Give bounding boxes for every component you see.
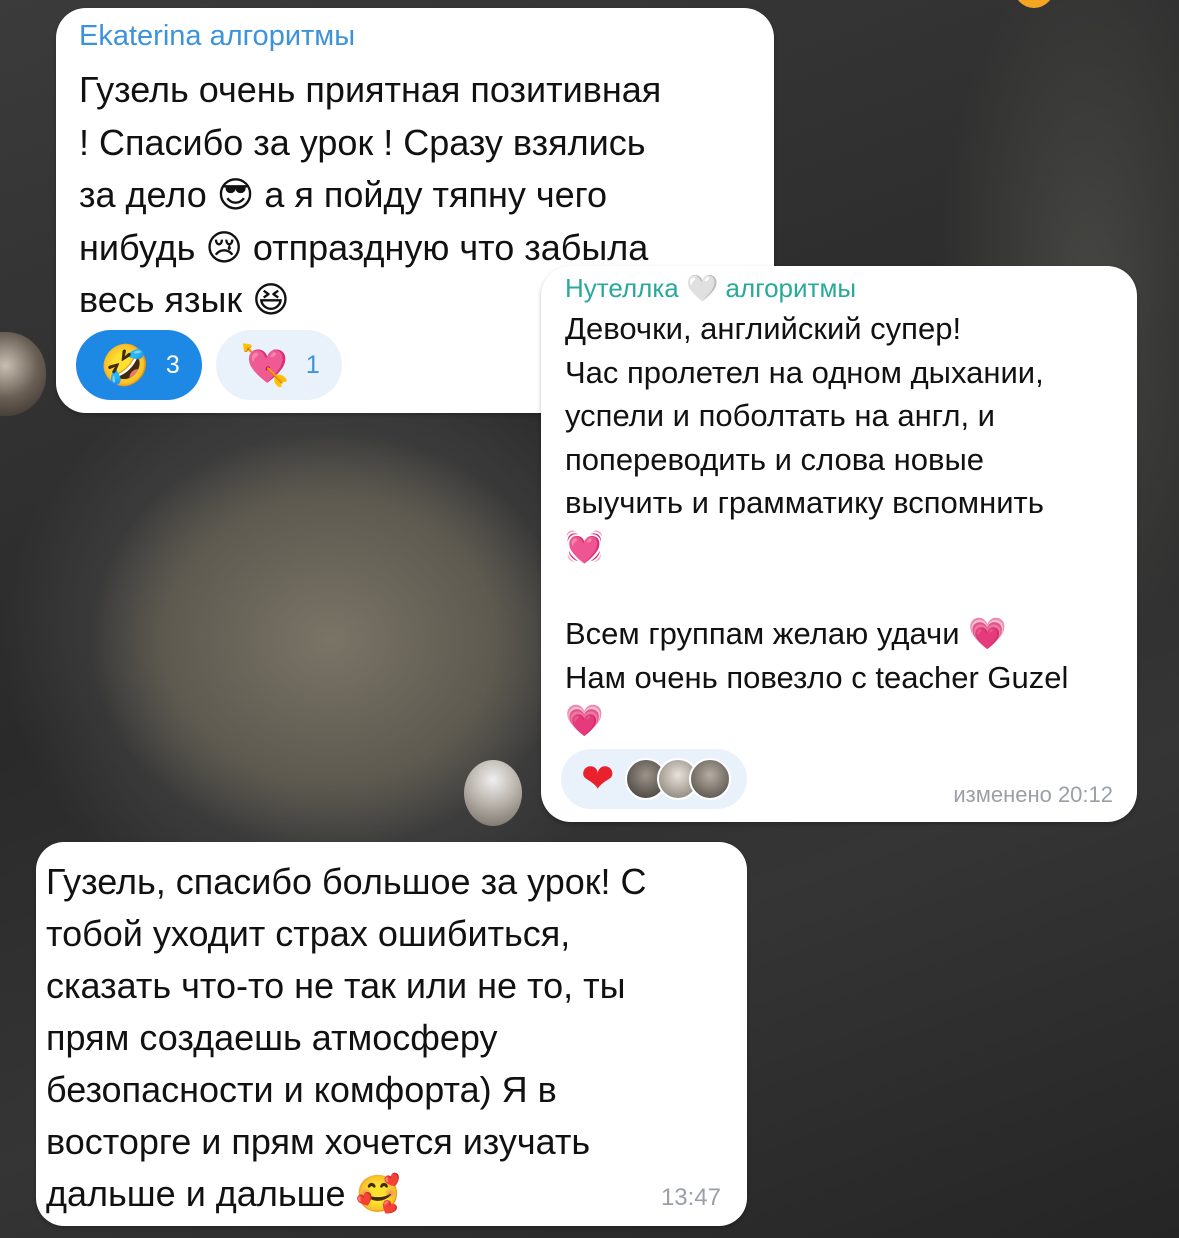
message-line: за дело 😎 а я пойду тяпну чего [79,174,607,215]
message-line: 💓 [565,528,604,564]
message-line: Всем группам желаю удачи 💗 [565,616,1007,652]
message-line: прям создаешь атмосферу [46,1017,498,1058]
heart-icon: ❤ [581,757,615,801]
message-line: Час пролетел на одном дыхании, [565,354,1044,390]
reaction-count: 3 [165,350,180,379]
reaction-count: 1 [305,350,320,379]
reactor-avatars [624,758,731,800]
message-text: Девочки, английский супер! Час пролетел … [565,307,1125,743]
message-line: тобой уходит страх ошибиться, [46,913,571,954]
message-line: Гузель очень приятная позитивная [79,69,662,110]
message-line: Нам очень повезло с teacher Guzel [565,659,1069,695]
reaction-rofl[interactable]: 🤣 3 [76,330,202,400]
reactions-bar: ❤ [561,749,747,809]
message-line: успели и поболтать на англ, и [565,398,995,434]
reaction-heart-arrow[interactable]: 💘 1 [216,330,342,400]
message-line: ! Спасибо за урок ! Сразу взялись [79,121,646,163]
message-line: Девочки, английский супер! [565,311,962,346]
message-line: выучить и грамматику вспомнить [565,485,1044,521]
reaction-heart[interactable]: ❤ [561,749,747,809]
message-line: безопасности и комфорта) Я в [46,1069,557,1110]
message-line: сказать что-то не так или не то, ты [46,965,626,1006]
sender-name[interactable]: Ekaterina алгоритмы [79,20,355,53]
message-bubble-2[interactable]: Нутеллка 🤍 алгоритмы Девочки, английский… [541,266,1137,822]
message-time: 13:47 [660,1184,721,1211]
sender-avatar[interactable] [464,760,522,826]
sender-name[interactable]: Нутеллка 🤍 алгоритмы [565,273,856,304]
message-line [565,569,1125,613]
message-line: восторге и прям хочется изучать [46,1121,591,1162]
message-line: Гузель, спасибо большое за урок! С [46,861,647,902]
message-line: попереводить и слова новые [565,441,985,477]
heart-arrow-emoji-icon: 💘 [240,342,290,389]
message-line: 💗 [565,703,604,739]
message-time: изменено 20:12 [953,782,1113,807]
reactor-avatar [688,758,731,800]
message-text: Гузель, спасибо большое за урок! С тобой… [46,856,736,1220]
message-bubble-3[interactable]: Гузель, спасибо большое за урок! С тобой… [36,842,747,1226]
message-line: дальше и дальше 🥰 [46,1173,401,1214]
rofl-emoji-icon: 🤣 [100,342,150,389]
reactions-bar: 🤣 3 💘 1 [76,330,342,400]
